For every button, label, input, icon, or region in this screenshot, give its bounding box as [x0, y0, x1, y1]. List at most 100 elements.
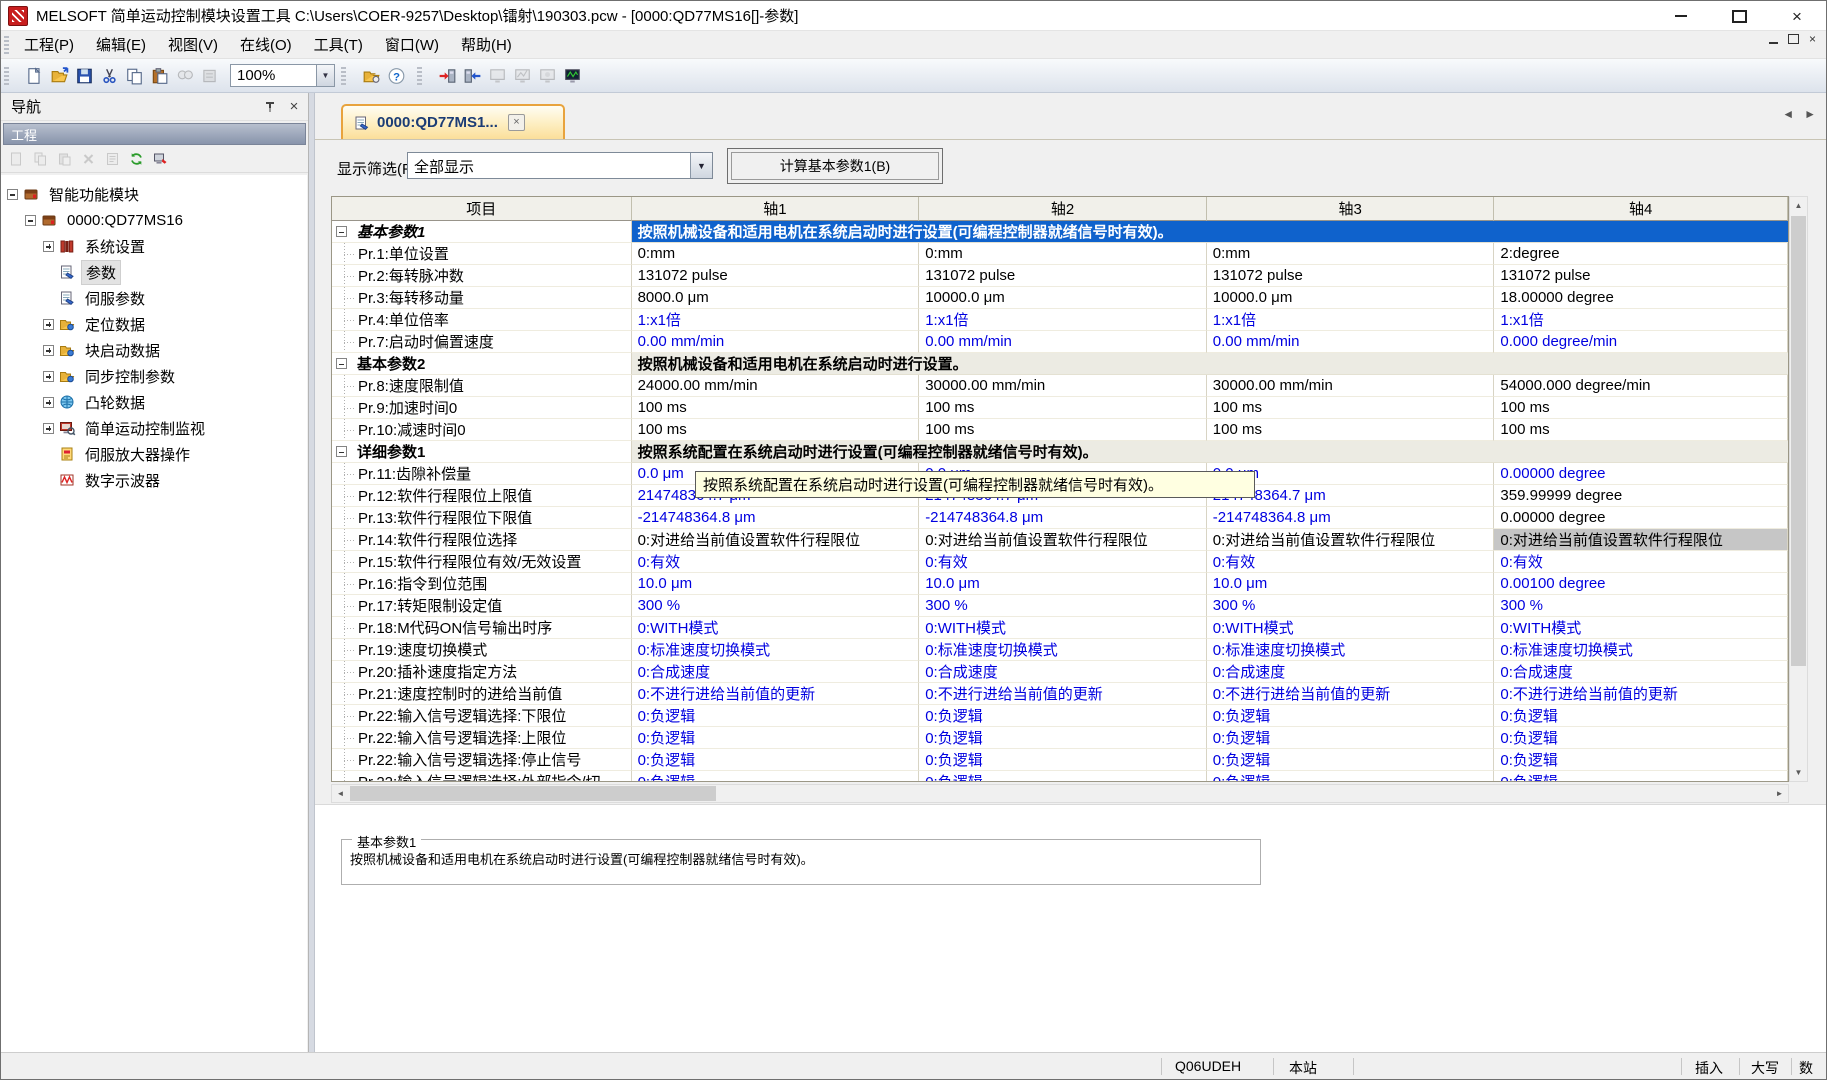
value-cell-axis3[interactable]: 0:负逻辑	[1207, 771, 1495, 782]
value-cell-axis2[interactable]: 10000.0 μm	[919, 287, 1207, 309]
value-cell-axis4[interactable]: 0:对进给当前值设置软件行程限位	[1494, 529, 1788, 551]
value-cell-axis3[interactable]: 0:有效	[1207, 551, 1495, 573]
value-cell-axis4[interactable]: 2:degree	[1494, 243, 1788, 265]
value-cell-axis4[interactable]: 359.99999 degree	[1494, 485, 1788, 507]
module-read-icon[interactable]	[460, 63, 485, 88]
value-cell-axis2[interactable]: 0:负逻辑	[919, 705, 1207, 727]
value-cell-axis4[interactable]: 0.00000 degree	[1494, 463, 1788, 485]
value-cell-axis2[interactable]: 131072 pulse	[919, 265, 1207, 287]
value-cell-axis1[interactable]: 0:标准速度切换模式	[632, 639, 920, 661]
item-cell[interactable]: Pr.10:减速时间0	[332, 419, 632, 441]
value-cell-axis2[interactable]: 0:标准速度切换模式	[919, 639, 1207, 661]
item-cell[interactable]: Pr.14:软件行程限位选择	[332, 529, 632, 551]
paste-icon[interactable]	[147, 63, 172, 88]
value-cell-axis2[interactable]: 0:mm	[919, 243, 1207, 265]
minimize-button[interactable]	[1666, 5, 1696, 27]
value-cell-axis1[interactable]: 8000.0 μm	[632, 287, 920, 309]
value-cell-axis1[interactable]: 0:不进行进给当前值的更新	[632, 683, 920, 705]
value-cell-axis4[interactable]: 300 %	[1494, 595, 1788, 617]
value-cell-axis2[interactable]: 0:负逻辑	[919, 771, 1207, 782]
value-cell-axis1[interactable]: 100 ms	[632, 397, 920, 419]
item-cell[interactable]: Pr.13:软件行程限位下限值	[332, 507, 632, 529]
column-header-轴3[interactable]: 轴3	[1207, 197, 1495, 221]
expand-icon[interactable]	[43, 319, 54, 330]
tab-scroll-right-icon[interactable]: ►	[1804, 107, 1816, 121]
expand-icon[interactable]	[43, 241, 54, 252]
item-cell[interactable]: Pr.9:加速时间0	[332, 397, 632, 419]
value-cell-axis3[interactable]: 0:mm	[1207, 243, 1495, 265]
menu-online[interactable]: 在线(O)	[229, 31, 303, 58]
horizontal-scroll-thumb[interactable]	[350, 786, 716, 801]
value-cell-axis3[interactable]: 0:负逻辑	[1207, 705, 1495, 727]
item-cell[interactable]: Pr.4:单位倍率	[332, 309, 632, 331]
value-cell-axis2[interactable]: 0:合成速度	[919, 661, 1207, 683]
collapse-icon[interactable]	[7, 189, 18, 200]
item-cell[interactable]: Pr.22:输入信号逻辑选择:外部指令/切	[332, 771, 632, 782]
find-disabled-icon[interactable]	[172, 63, 197, 88]
value-cell-axis4[interactable]: 0:负逻辑	[1494, 749, 1788, 771]
tree-item-同步控制参数[interactable]: 同步控制参数	[1, 363, 307, 389]
value-cell-axis4[interactable]: 0:WITH模式	[1494, 617, 1788, 639]
value-cell-axis1[interactable]: 0:负逻辑	[632, 727, 920, 749]
project-tool-icon[interactable]	[359, 63, 384, 88]
paste-data-disabled-icon[interactable]	[53, 148, 75, 170]
tree-item-定位数据[interactable]: 定位数据	[1, 311, 307, 337]
column-header-轴2[interactable]: 轴2	[919, 197, 1207, 221]
item-cell[interactable]: Pr.1:单位设置	[332, 243, 632, 265]
scroll-left-icon[interactable]: ◄	[332, 785, 349, 802]
menu-tools[interactable]: 工具(T)	[303, 31, 374, 58]
section-description[interactable]: 按照系统配置在系统启动时进行设置(可编程控制器就绪信号时有效)。	[632, 441, 1788, 463]
tree-item-数字示波器[interactable]: 数字示波器	[1, 467, 307, 493]
mdi-restore-button[interactable]	[1788, 34, 1799, 44]
menu-view[interactable]: 视图(V)	[157, 31, 229, 58]
value-cell-axis4[interactable]: 0:有效	[1494, 551, 1788, 573]
value-cell-axis3[interactable]: 10.0 μm	[1207, 573, 1495, 595]
value-cell-axis1[interactable]: 24000.00 mm/min	[632, 375, 920, 397]
collapse-icon[interactable]	[25, 215, 36, 226]
vertical-scroll-thumb[interactable]	[1791, 216, 1806, 666]
value-cell-axis1[interactable]: 131072 pulse	[632, 265, 920, 287]
value-cell-axis4[interactable]: 0.000 degree/min	[1494, 331, 1788, 353]
replace-disabled-icon[interactable]	[197, 63, 222, 88]
open-file-icon[interactable]	[47, 63, 72, 88]
value-cell-axis1[interactable]: 0:WITH模式	[632, 617, 920, 639]
item-cell[interactable]: Pr.8:速度限制值	[332, 375, 632, 397]
value-cell-axis3[interactable]: 1:x1倍	[1207, 309, 1495, 331]
chevron-down-icon[interactable]: ▼	[316, 65, 334, 86]
mdi-minimize-button[interactable]	[1769, 34, 1778, 44]
value-cell-axis1[interactable]: 300 %	[632, 595, 920, 617]
item-cell[interactable]: Pr.11:齿隙补偿量	[332, 463, 632, 485]
expand-icon[interactable]	[43, 423, 54, 434]
expand-icon[interactable]	[43, 371, 54, 382]
value-cell-axis3[interactable]: 100 ms	[1207, 419, 1495, 441]
collapse-icon[interactable]	[336, 358, 347, 369]
expand-icon[interactable]	[43, 397, 54, 408]
vertical-scrollbar[interactable]: ▲ ▼	[1789, 196, 1808, 782]
horizontal-scrollbar[interactable]: ◄ ►	[331, 784, 1789, 803]
value-cell-axis1[interactable]: 0:有效	[632, 551, 920, 573]
item-cell[interactable]: 基本参数1	[332, 221, 632, 243]
tree-item-块启动数据[interactable]: 块启动数据	[1, 337, 307, 363]
scroll-right-icon[interactable]: ►	[1771, 785, 1788, 802]
value-cell-axis4[interactable]: 0:负逻辑	[1494, 727, 1788, 749]
value-cell-axis1[interactable]: 0:对进给当前值设置软件行程限位	[632, 529, 920, 551]
value-cell-axis2[interactable]: 1:x1倍	[919, 309, 1207, 331]
value-cell-axis3[interactable]: 0:负逻辑	[1207, 749, 1495, 771]
tree-item-凸轮数据[interactable]: 凸轮数据	[1, 389, 307, 415]
value-cell-axis4[interactable]: 0.00000 degree	[1494, 507, 1788, 529]
value-cell-axis4[interactable]: 0:负逻辑	[1494, 705, 1788, 727]
value-cell-axis4[interactable]: 100 ms	[1494, 419, 1788, 441]
scope-icon[interactable]	[560, 63, 585, 88]
value-cell-axis3[interactable]: 0:不进行进给当前值的更新	[1207, 683, 1495, 705]
value-cell-axis2[interactable]: 10.0 μm	[919, 573, 1207, 595]
value-cell-axis4[interactable]: 1:x1倍	[1494, 309, 1788, 331]
value-cell-axis1[interactable]: 10.0 μm	[632, 573, 920, 595]
value-cell-axis4[interactable]: 0.00100 degree	[1494, 573, 1788, 595]
new-file-icon[interactable]	[22, 63, 47, 88]
help-icon[interactable]: ?	[384, 63, 409, 88]
refresh-icon[interactable]	[125, 148, 147, 170]
menu-window[interactable]: 窗口(W)	[374, 31, 450, 58]
close-button[interactable]: ×	[1782, 5, 1812, 27]
value-cell-axis3[interactable]: 0:标准速度切换模式	[1207, 639, 1495, 661]
value-cell-axis4[interactable]: 131072 pulse	[1494, 265, 1788, 287]
